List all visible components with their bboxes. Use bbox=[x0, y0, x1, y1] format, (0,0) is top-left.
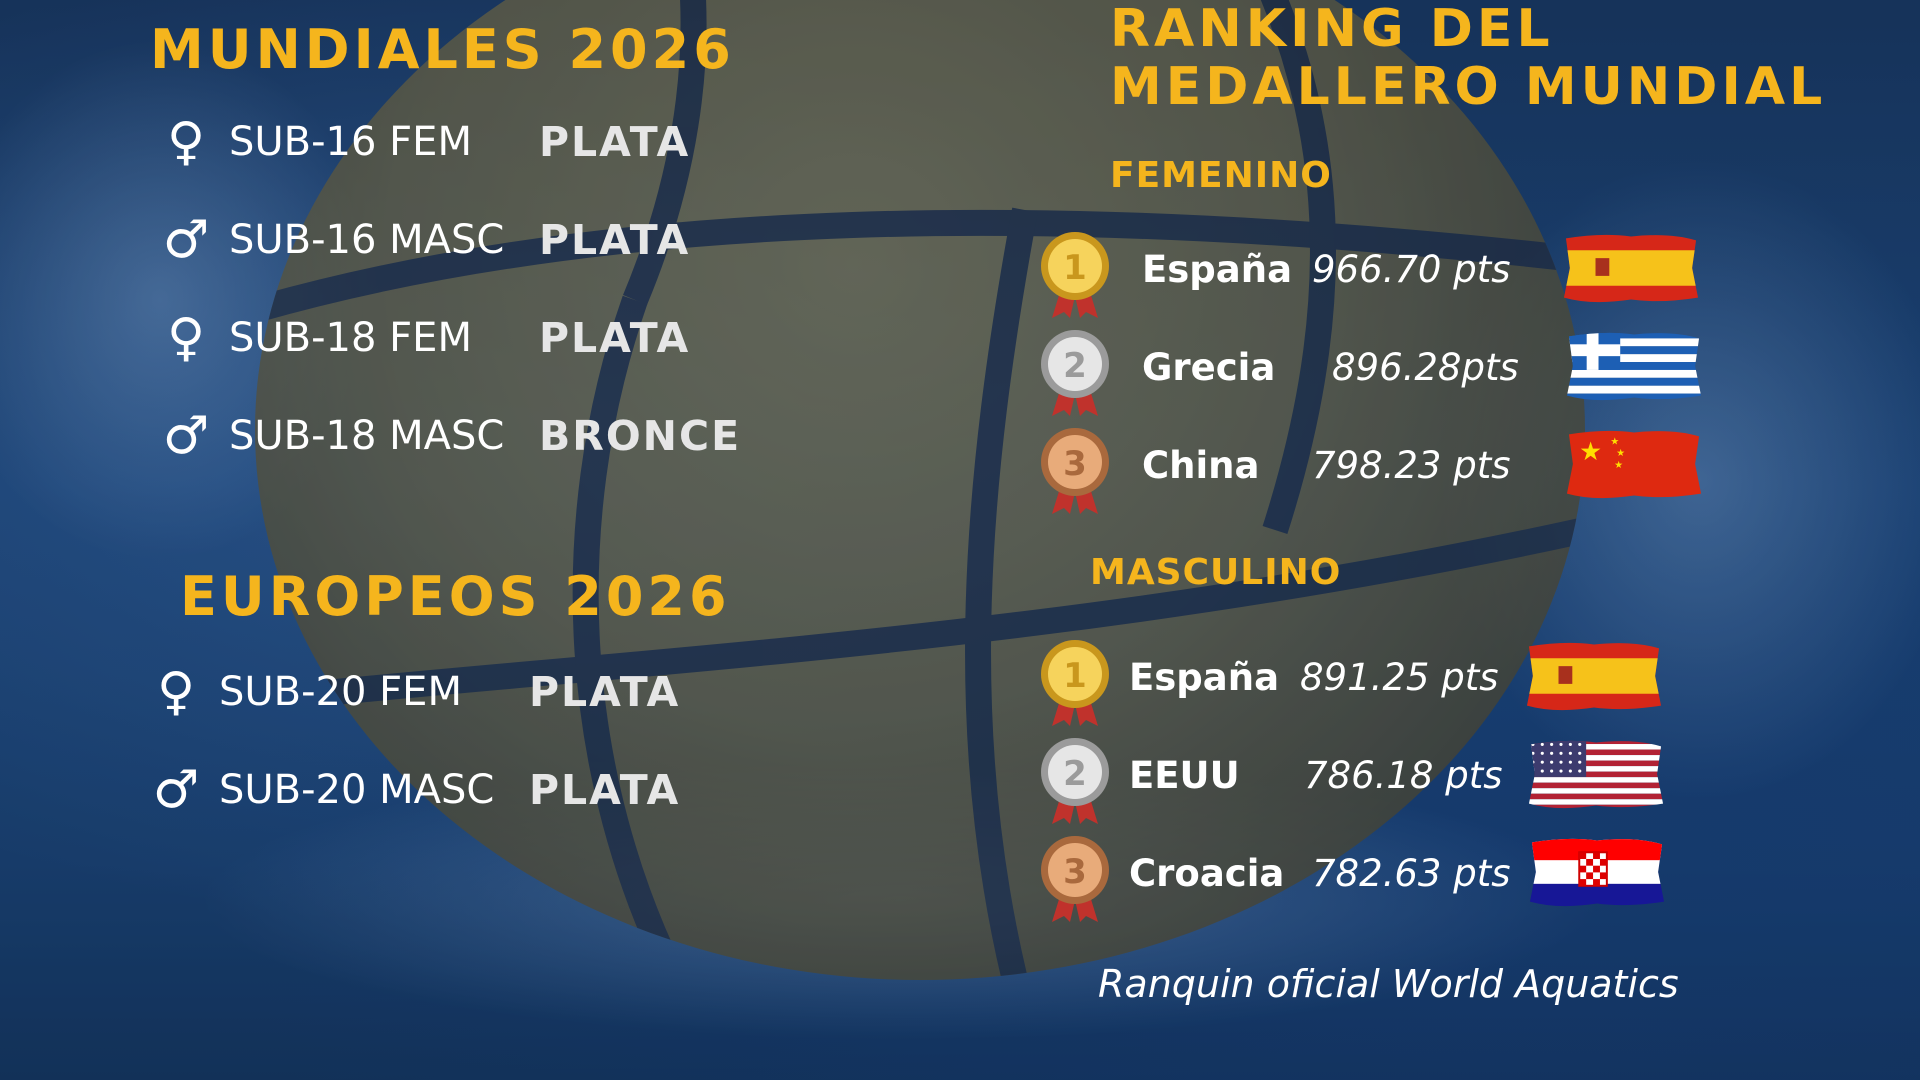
svg-text:3: 3 bbox=[1063, 444, 1087, 484]
medal-result: PLATA bbox=[539, 118, 691, 166]
category-label: SUB-18 FEM bbox=[229, 315, 472, 361]
mundiales-title: MUNDIALES 2026 bbox=[150, 18, 735, 81]
ranking-source-note: Ranquin oficial World Aquatics bbox=[1098, 962, 1679, 1006]
result-row: ♀ SUB-18 FEM PLATA bbox=[155, 308, 690, 368]
points-value: 966.70 pts bbox=[1312, 248, 1511, 291]
medal-result: BRONCE bbox=[539, 412, 742, 460]
female-icon: ♀ bbox=[156, 662, 196, 722]
points-value: 891.25 pts bbox=[1300, 656, 1499, 699]
country-name: Grecia bbox=[1142, 346, 1276, 389]
medal-1-icon: 1 bbox=[1040, 638, 1110, 728]
femenino-title: FEMENINO bbox=[1110, 155, 1332, 196]
spain-flag bbox=[1562, 232, 1700, 304]
points-value: 786.18 pts bbox=[1304, 754, 1503, 797]
medal-2-icon: 2 bbox=[1040, 736, 1110, 826]
masculino-title: MASCULINO bbox=[1090, 552, 1342, 593]
croatia-flag bbox=[1528, 836, 1666, 908]
svg-text:★: ★ bbox=[1610, 436, 1619, 447]
medal-2-icon: 2 bbox=[1040, 328, 1110, 418]
country-name: Croacia bbox=[1129, 852, 1285, 895]
male-icon: ♂ bbox=[152, 760, 200, 820]
medal-1-icon: 1 bbox=[1040, 230, 1110, 320]
category-label: SUB-20 FEM bbox=[219, 669, 462, 715]
svg-text:★: ★ bbox=[1614, 460, 1623, 471]
medal-result: PLATA bbox=[529, 668, 681, 716]
svg-text:3: 3 bbox=[1063, 852, 1087, 892]
svg-text:★: ★ bbox=[1579, 437, 1602, 467]
medal-3-icon: 3 bbox=[1040, 426, 1110, 516]
result-row: ♀ SUB-16 FEM PLATA bbox=[155, 112, 690, 172]
category-label: SUB-16 FEM bbox=[229, 119, 472, 165]
usa-flag bbox=[1527, 738, 1665, 810]
greece-flag bbox=[1565, 330, 1703, 402]
category-label: SUB-16 MASC bbox=[229, 217, 505, 263]
female-icon: ♀ bbox=[166, 308, 206, 368]
svg-text:2: 2 bbox=[1063, 754, 1087, 794]
country-name: España bbox=[1142, 248, 1293, 291]
points-value: 896.28pts bbox=[1332, 346, 1519, 389]
country-name: España bbox=[1129, 656, 1280, 699]
svg-text:1: 1 bbox=[1063, 656, 1087, 696]
medal-result: PLATA bbox=[539, 216, 691, 264]
country-name: China bbox=[1142, 444, 1260, 487]
result-row: ♂ SUB-18 MASC BRONCE bbox=[155, 406, 741, 466]
spain-flag bbox=[1525, 640, 1663, 712]
male-icon: ♂ bbox=[162, 406, 210, 466]
svg-text:1: 1 bbox=[1063, 248, 1087, 288]
points-value: 798.23 pts bbox=[1312, 444, 1511, 487]
svg-text:2: 2 bbox=[1063, 346, 1087, 386]
ranking-title: RANKING DEL MEDALLERO MUNDIAL bbox=[1110, 0, 1826, 116]
svg-text:★: ★ bbox=[1616, 448, 1625, 459]
result-row: ♂ SUB-16 MASC PLATA bbox=[155, 210, 690, 270]
china-flag: ★ ★ ★ ★ bbox=[1565, 428, 1703, 500]
male-icon: ♂ bbox=[162, 210, 210, 270]
points-value: 782.63 pts bbox=[1312, 852, 1511, 895]
medal-3-icon: 3 bbox=[1040, 834, 1110, 924]
country-name: EEUU bbox=[1129, 754, 1240, 797]
female-icon: ♀ bbox=[166, 112, 206, 172]
europeos-title: EUROPEOS 2026 bbox=[180, 565, 731, 628]
medal-result: PLATA bbox=[539, 314, 691, 362]
ranking-title-line2: MEDALLERO MUNDIAL bbox=[1110, 57, 1827, 117]
ranking-title-line1: RANKING DEL bbox=[1110, 0, 1554, 59]
result-row: ♂ SUB-20 MASC PLATA bbox=[145, 760, 680, 820]
result-row: ♀ SUB-20 FEM PLATA bbox=[145, 662, 680, 722]
category-label: SUB-18 MASC bbox=[229, 413, 505, 459]
medal-result: PLATA bbox=[529, 766, 681, 814]
category-label: SUB-20 MASC bbox=[219, 767, 495, 813]
